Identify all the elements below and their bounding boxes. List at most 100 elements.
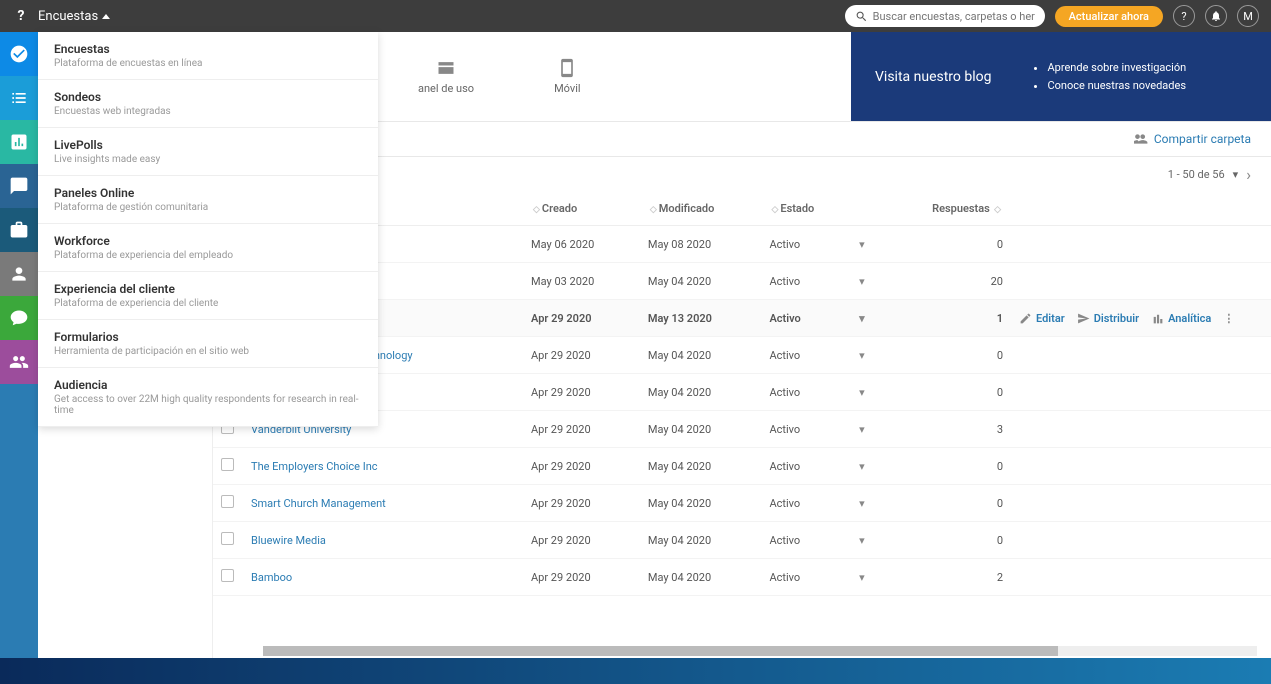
status-dropdown[interactable]: ▾ [859,312,865,325]
sidebar-item-audiencia[interactable] [0,340,38,384]
poll-icon [9,132,29,152]
pager-next[interactable]: › [1246,165,1251,184]
action-more[interactable]: ⋮ [1223,312,1234,325]
sidebar-item-paneles[interactable] [0,164,38,208]
cell-estado: Activo [761,485,851,522]
col-modificado[interactable]: Modificado [659,202,715,215]
dropdown-item[interactable]: Experiencia del clientePlataforma de exp… [38,272,378,320]
status-dropdown[interactable]: ▾ [859,460,865,473]
cell-respuestas: 2 [883,559,1011,596]
cell-estado: Activo [761,374,851,411]
topbar: ? Encuestas Actualizar ahora ? M [0,0,1271,32]
status-dropdown[interactable]: ▾ [859,497,865,510]
dropdown-item-desc: Herramienta de participación en el sitio… [54,346,362,357]
dashboard-icon [436,58,456,78]
search-input[interactable] [873,10,1035,23]
tab-panel-label: anel de uso [418,82,474,95]
survey-link[interactable]: Bluewire Media [251,534,326,547]
status-dropdown[interactable]: ▾ [859,275,865,288]
tab-movil[interactable]: Móvil [554,58,580,95]
dropdown-item-title: Paneles Online [54,186,362,200]
sidebar-item-formularios[interactable] [0,296,38,340]
footer-gradient [0,658,1271,684]
status-dropdown[interactable]: ▾ [859,349,865,362]
pager-dropdown[interactable]: ▾ [1233,168,1239,181]
blog-item-1: Aprende sobre investigación [1047,59,1186,77]
product-dropdown-menu: EncuestasPlataforma de encuestas en líne… [38,32,378,427]
cell-creado: Apr 29 2020 [523,559,640,596]
row-checkbox[interactable] [221,458,234,471]
cell-modificado: May 04 2020 [640,374,762,411]
share-folder-link[interactable]: Compartir carpeta [1134,132,1251,146]
cell-estado: Activo [761,226,851,263]
dropdown-item[interactable]: LivePollsLive insights made easy [38,128,378,176]
status-dropdown[interactable]: ▾ [859,238,865,251]
dropdown-item[interactable]: FormulariosHerramienta de participación … [38,320,378,368]
status-dropdown[interactable]: ▾ [859,423,865,436]
sidebar-item-workforce[interactable] [0,208,38,252]
notifications-button[interactable] [1205,5,1227,27]
col-respuestas[interactable]: Respuestas [932,202,990,215]
cell-creado: May 06 2020 [523,226,640,263]
dropdown-item[interactable]: Paneles Online Plataforma de gestión comu… [38,176,378,224]
cell-modificado: May 04 2020 [640,559,762,596]
horizontal-scrollbar[interactable] [263,646,1257,656]
avatar-button[interactable]: M [1237,5,1259,27]
cell-estado: Activo [761,337,851,374]
upgrade-button[interactable]: Actualizar ahora [1055,6,1163,27]
row-checkbox[interactable] [221,495,234,508]
dropdown-item[interactable]: EncuestasPlataforma de encuestas en líne… [38,32,378,80]
cell-respuestas: 0 [883,226,1011,263]
tab-panel-uso[interactable]: anel de uso [418,58,474,95]
caret-up-icon [102,14,110,19]
sidebar-item-sondeos[interactable] [0,76,38,120]
cell-estado: Activo [761,263,851,300]
sidebar-item-encuestas[interactable] [0,32,38,76]
cell-creado: Apr 29 2020 [523,374,640,411]
blog-banner[interactable]: Visita nuestro blog Aprende sobre invest… [851,32,1271,121]
brand-logo-icon: ? [12,7,30,25]
cell-respuestas: 0 [883,448,1011,485]
cell-respuestas: 0 [883,485,1011,522]
status-dropdown[interactable]: ▾ [859,386,865,399]
cell-modificado: May 04 2020 [640,263,762,300]
chart-icon [1151,312,1164,325]
help-button[interactable]: ? [1173,5,1195,27]
dropdown-item[interactable]: AudienciaGet access to over 22M high qua… [38,368,378,427]
dropdown-item[interactable]: WorkforcePlataforma de experiencia del e… [38,224,378,272]
action-distribute[interactable]: Distribuir [1077,312,1139,325]
sidebar-item-cx[interactable] [0,252,38,296]
cell-respuestas: 20 [883,263,1011,300]
cell-respuestas: 0 [883,374,1011,411]
dropdown-item-desc: Plataforma de gestión comunitaria [54,202,362,213]
product-dropdown-label: Encuestas [38,9,98,24]
blog-item-2: Conoce nuestras novedades [1047,77,1186,95]
survey-link[interactable]: The Employers Choice Inc [251,460,378,473]
dropdown-item-desc: Live insights made easy [54,154,362,165]
survey-link[interactable]: Smart Church Management [251,497,386,510]
col-creado[interactable]: Creado [542,202,577,215]
table-row: Smart Church ManagementApr 29 2020May 04… [213,485,1271,522]
dropdown-item[interactable]: SondeosEncuestas web integradas [38,80,378,128]
survey-link[interactable]: Bamboo [251,571,292,584]
product-dropdown[interactable]: Encuestas [38,9,110,24]
search-box[interactable] [845,5,1045,27]
status-dropdown[interactable]: ▾ [859,571,865,584]
dropdown-item-desc: Plataforma de experiencia del cliente [54,298,362,309]
dropdown-item-title: Workforce [54,234,362,248]
cell-respuestas: 1 [883,300,1011,337]
status-dropdown[interactable]: ▾ [859,534,865,547]
row-checkbox[interactable] [221,532,234,545]
search-icon [855,10,868,23]
table-row: The Employers Choice IncApr 29 2020May 0… [213,448,1271,485]
pencil-icon [1019,312,1032,325]
action-analytics[interactable]: Analítica [1151,312,1211,325]
cell-creado: Apr 29 2020 [523,300,640,337]
cell-creado: Apr 29 2020 [523,337,640,374]
chat-icon [9,176,29,196]
mobile-icon [557,58,577,78]
action-edit[interactable]: Editar [1019,312,1065,325]
sidebar-item-livepolls[interactable] [0,120,38,164]
row-checkbox[interactable] [221,569,234,582]
col-estado[interactable]: Estado [780,202,814,215]
